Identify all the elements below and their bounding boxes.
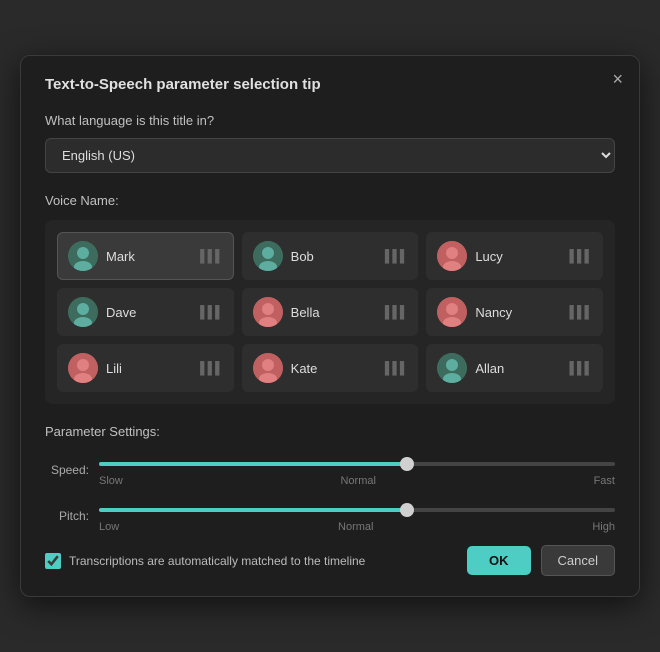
- wave-icon-dave: ▌▌▌: [200, 305, 223, 319]
- voice-name-nancy: Nancy: [475, 305, 561, 320]
- voice-name-bob: Bob: [291, 249, 377, 264]
- speed-slider[interactable]: [99, 462, 615, 466]
- avatar-mark: [68, 241, 98, 271]
- voice-name-dave: Dave: [106, 305, 192, 320]
- wave-icon-mark: ▌▌▌: [200, 249, 223, 263]
- transcription-text: Transcriptions are automatically matched…: [69, 554, 365, 568]
- cancel-button[interactable]: Cancel: [541, 545, 615, 576]
- speed-max-label: Fast: [594, 475, 615, 487]
- pitch-slider-container: Low Normal High: [99, 499, 615, 533]
- voice-card-bob[interactable]: Bob ▌▌▌: [242, 232, 419, 280]
- speed-mid-label: Normal: [340, 475, 375, 487]
- voice-card-lili[interactable]: Lili ▌▌▌: [57, 344, 234, 392]
- voice-name-kate: Kate: [291, 361, 377, 376]
- pitch-labels: Low Normal High: [99, 521, 615, 533]
- speed-label: Speed:: [45, 463, 89, 477]
- avatar-bob: [253, 241, 283, 271]
- wave-icon-kate: ▌▌▌: [385, 361, 408, 375]
- voice-card-lucy[interactable]: Lucy ▌▌▌: [426, 232, 603, 280]
- avatar-dave: [68, 297, 98, 327]
- wave-icon-lili: ▌▌▌: [200, 361, 223, 375]
- voice-card-mark[interactable]: Mark ▌▌▌: [57, 232, 234, 280]
- voice-card-nancy[interactable]: Nancy ▌▌▌: [426, 288, 603, 336]
- voice-name-lili: Lili: [106, 361, 192, 376]
- transcription-checkbox-label[interactable]: Transcriptions are automatically matched…: [45, 553, 457, 569]
- wave-icon-bella: ▌▌▌: [385, 305, 408, 319]
- dialog: Text-to-Speech parameter selection tip ×…: [20, 55, 640, 597]
- pitch-row: Pitch: Low Normal High: [45, 499, 615, 533]
- voice-card-dave[interactable]: Dave ▌▌▌: [57, 288, 234, 336]
- pitch-max-label: High: [592, 521, 615, 533]
- pitch-label: Pitch:: [45, 509, 89, 523]
- pitch-slider[interactable]: [99, 508, 615, 512]
- avatar-allan: [437, 353, 467, 383]
- speed-row: Speed: Slow Normal Fast: [45, 453, 615, 487]
- wave-icon-allan: ▌▌▌: [569, 361, 592, 375]
- voice-grid: Mark ▌▌▌ Bob ▌▌▌ Lucy ▌▌▌ Dave ▌▌▌: [45, 220, 615, 404]
- voice-name-lucy: Lucy: [475, 249, 561, 264]
- wave-icon-nancy: ▌▌▌: [569, 305, 592, 319]
- language-question: What language is this title in?: [45, 113, 615, 128]
- language-select[interactable]: English (US) English (UK) Spanish French…: [45, 138, 615, 173]
- dialog-title: Text-to-Speech parameter selection tip: [45, 76, 615, 93]
- wave-icon-lucy: ▌▌▌: [569, 249, 592, 263]
- avatar-lili: [68, 353, 98, 383]
- voice-name-bella: Bella: [291, 305, 377, 320]
- speed-labels: Slow Normal Fast: [99, 475, 615, 487]
- pitch-min-label: Low: [99, 521, 119, 533]
- param-settings-label: Parameter Settings:: [45, 424, 615, 439]
- speed-min-label: Slow: [99, 475, 123, 487]
- avatar-kate: [253, 353, 283, 383]
- wave-icon-bob: ▌▌▌: [385, 249, 408, 263]
- voice-card-allan[interactable]: Allan ▌▌▌: [426, 344, 603, 392]
- pitch-mid-label: Normal: [338, 521, 373, 533]
- avatar-nancy: [437, 297, 467, 327]
- voice-name-label: Voice Name:: [45, 193, 615, 208]
- voice-name-mark: Mark: [106, 249, 192, 264]
- voice-card-bella[interactable]: Bella ▌▌▌: [242, 288, 419, 336]
- avatar-lucy: [437, 241, 467, 271]
- ok-button[interactable]: OK: [467, 546, 531, 575]
- speed-slider-container: Slow Normal Fast: [99, 453, 615, 487]
- voice-name-allan: Allan: [475, 361, 561, 376]
- bottom-bar: Transcriptions are automatically matched…: [45, 545, 615, 576]
- avatar-bella: [253, 297, 283, 327]
- voice-card-kate[interactable]: Kate ▌▌▌: [242, 344, 419, 392]
- close-button[interactable]: ×: [612, 70, 623, 88]
- transcription-checkbox[interactable]: [45, 553, 61, 569]
